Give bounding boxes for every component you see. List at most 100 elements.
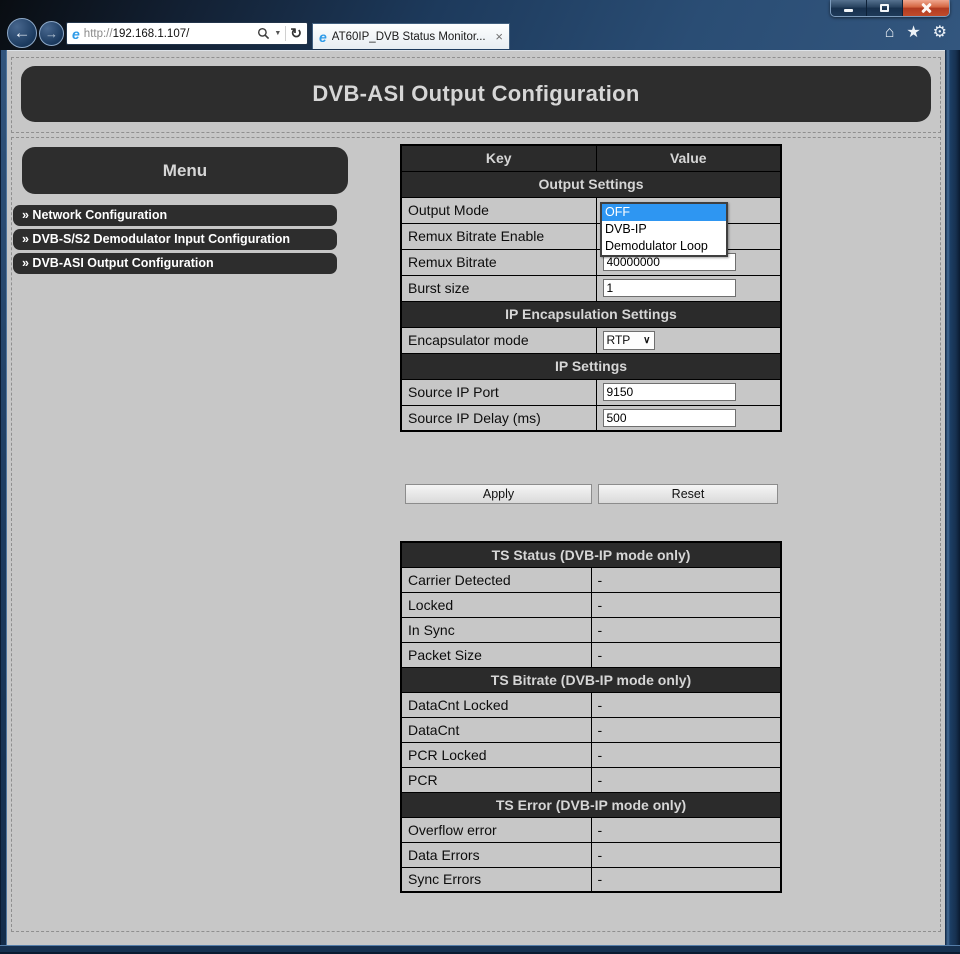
addressbar-divider <box>285 26 286 41</box>
maximize-button[interactable] <box>867 0 903 16</box>
pcr-locked-label: PCR Locked <box>401 742 591 767</box>
chevron-down-icon: ∨ <box>643 335 650 346</box>
table-row: PCR Locked - <box>401 742 781 767</box>
pcr-label: PCR <box>401 767 591 792</box>
browser-tab[interactable]: e AT60IP_DVB Status Monitor... × <box>312 23 510 49</box>
toolbar-icons: ⌂ ★ ⚙ <box>885 25 947 41</box>
minimize-icon <box>844 9 853 12</box>
table-row: IP Settings <box>401 353 781 379</box>
in-sync-value: - <box>591 617 781 642</box>
carrier-detected-label: Carrier Detected <box>401 567 591 592</box>
burst-size-input[interactable] <box>603 279 736 297</box>
output-mode-label: Output Mode <box>401 197 596 223</box>
locked-value: - <box>591 592 781 617</box>
close-icon <box>921 3 931 13</box>
overflow-error-label: Overflow error <box>401 817 591 842</box>
status-table: TS Status (DVB-IP mode only) Carrier Det… <box>400 541 782 893</box>
table-row: PCR - <box>401 767 781 792</box>
source-ip-port-label: Source IP Port <box>401 379 596 405</box>
menu-header: Menu <box>22 147 348 194</box>
apply-button[interactable]: Apply <box>405 484 592 504</box>
page-title: DVB-ASI Output Configuration <box>21 66 931 122</box>
window-border-bottom <box>0 945 960 954</box>
section-header-ts-bitrate: TS Bitrate (DVB-IP mode only) <box>401 667 781 692</box>
datacnt-value: - <box>591 717 781 742</box>
config-table: Key Value Output Settings Output Mode Re… <box>400 144 782 432</box>
url-host: 192.168.1.107/ <box>113 28 190 40</box>
section-header-ts-status: TS Status (DVB-IP mode only) <box>401 542 781 567</box>
output-mode-dropdown-list: OFF DVB-IP Demodulator Loop <box>600 202 728 257</box>
sidebar-item-dvb-asi-output-configuration[interactable]: » DVB-ASI Output Configuration <box>13 253 337 274</box>
table-row: Key Value <box>401 145 781 171</box>
source-ip-port-input[interactable] <box>603 383 736 401</box>
forward-button[interactable]: → <box>39 21 64 46</box>
table-row: DataCnt Locked - <box>401 692 781 717</box>
table-row: Locked - <box>401 592 781 617</box>
table-row: IP Encapsulation Settings <box>401 301 781 327</box>
dropdown-option-demodulator-loop[interactable]: Demodulator Loop <box>602 238 726 255</box>
window-border-left <box>0 50 7 945</box>
table-row: Carrier Detected - <box>401 567 781 592</box>
remux-bitrate-enable-label: Remux Bitrate Enable <box>401 223 596 249</box>
pcr-value: - <box>591 767 781 792</box>
overflow-error-value: - <box>591 817 781 842</box>
tab-favicon-icon: e <box>319 30 327 44</box>
url-text[interactable]: http://192.168.1.107/ <box>84 28 254 40</box>
sync-errors-value: - <box>591 867 781 892</box>
encapsulator-mode-selected-value: RTP <box>607 333 631 347</box>
section-header-ip-settings: IP Settings <box>401 353 781 379</box>
packet-size-label: Packet Size <box>401 642 591 667</box>
source-ip-delay-input[interactable] <box>603 409 736 427</box>
tab-close-icon[interactable]: × <box>495 30 503 43</box>
section-header-output-settings: Output Settings <box>401 171 781 197</box>
close-button[interactable] <box>903 0 949 16</box>
table-row: DataCnt - <box>401 717 781 742</box>
settings-gear-icon[interactable]: ⚙ <box>933 25 947 41</box>
home-icon[interactable]: ⌂ <box>885 25 895 41</box>
encapsulator-mode-select[interactable]: RTP ∨ <box>603 331 655 350</box>
section-header-ts-error: TS Error (DVB-IP mode only) <box>401 792 781 817</box>
minimize-button[interactable] <box>831 0 867 16</box>
table-row: TS Bitrate (DVB-IP mode only) <box>401 667 781 692</box>
pcr-locked-value: - <box>591 742 781 767</box>
datacnt-locked-label: DataCnt Locked <box>401 692 591 717</box>
table-row: Source IP Port <box>401 379 781 405</box>
data-errors-label: Data Errors <box>401 842 591 867</box>
datacnt-locked-value: - <box>591 692 781 717</box>
refresh-icon[interactable]: ↻ <box>290 25 302 42</box>
encapsulator-mode-label: Encapsulator mode <box>401 327 596 353</box>
dropdown-option-dvb-ip[interactable]: DVB-IP <box>602 221 726 238</box>
table-row: Sync Errors - <box>401 867 781 892</box>
datacnt-label: DataCnt <box>401 717 591 742</box>
column-header-value: Value <box>596 145 781 171</box>
table-row: TS Error (DVB-IP mode only) <box>401 792 781 817</box>
table-row: Data Errors - <box>401 842 781 867</box>
body-section: Menu » Network Configuration » DVB-S/S2 … <box>11 137 941 932</box>
dropdown-option-off[interactable]: OFF <box>602 204 726 221</box>
sidebar-item-dvb-s-s2-demodulator-input-configuration[interactable]: » DVB-S/S2 Demodulator Input Configurati… <box>13 229 337 250</box>
sidebar-item-network-configuration[interactable]: » Network Configuration <box>13 205 337 226</box>
remux-bitrate-label: Remux Bitrate <box>401 249 596 275</box>
carrier-detected-value: - <box>591 567 781 592</box>
maximize-icon <box>880 4 889 12</box>
back-button[interactable]: ← <box>7 18 37 48</box>
search-icon[interactable] <box>257 27 270 40</box>
browser-window: ← → e http://192.168.1.107/ ▼ ↻ e AT60IP… <box>0 0 960 954</box>
search-options-caret-icon[interactable]: ▼ <box>274 30 281 37</box>
reset-button[interactable]: Reset <box>598 484 778 504</box>
table-row: TS Status (DVB-IP mode only) <box>401 542 781 567</box>
page-content: DVB-ASI Output Configuration Menu » Netw… <box>7 50 945 945</box>
favorites-star-icon[interactable]: ★ <box>906 25 920 41</box>
browser-titlebar: ← → e http://192.168.1.107/ ▼ ↻ e AT60IP… <box>0 0 960 50</box>
locked-label: Locked <box>401 592 591 617</box>
table-row: Overflow error - <box>401 817 781 842</box>
header-section: DVB-ASI Output Configuration <box>11 57 941 133</box>
source-ip-delay-label: Source IP Delay (ms) <box>401 405 596 431</box>
packet-size-value: - <box>591 642 781 667</box>
table-row: Encapsulator mode RTP ∨ <box>401 327 781 353</box>
table-row: Output Settings <box>401 171 781 197</box>
burst-size-label: Burst size <box>401 275 596 301</box>
address-bar[interactable]: e http://192.168.1.107/ ▼ ↻ <box>66 22 308 45</box>
window-controls <box>830 0 950 17</box>
in-sync-label: In Sync <box>401 617 591 642</box>
